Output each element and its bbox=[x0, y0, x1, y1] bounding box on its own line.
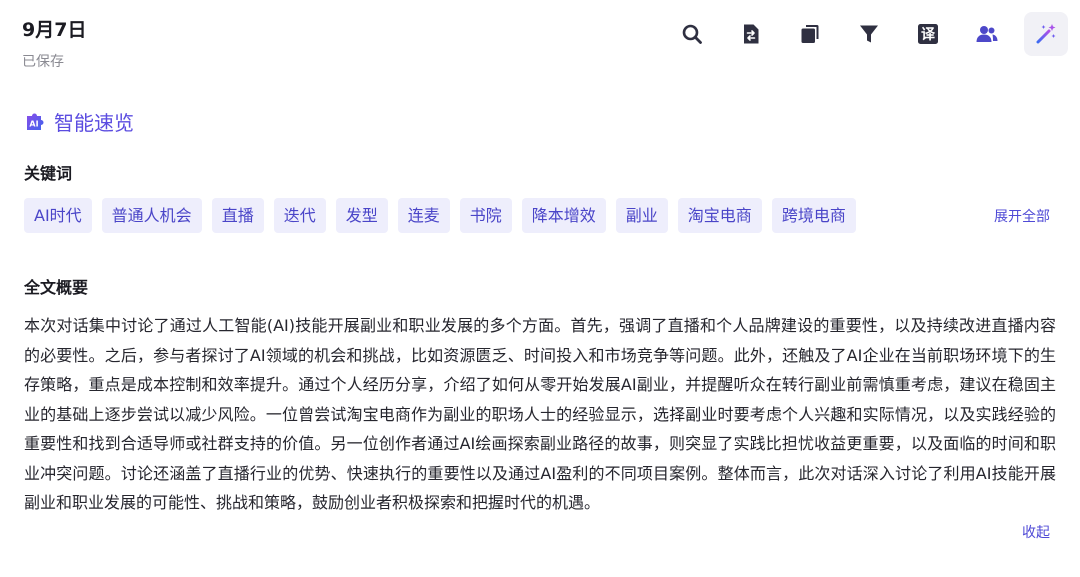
copy-button[interactable] bbox=[788, 12, 832, 56]
ai-puzzle-icon: AI bbox=[27, 113, 44, 130]
keyword-chip[interactable]: 跨境电商 bbox=[771, 198, 856, 233]
svg-text:译: 译 bbox=[921, 27, 936, 43]
summary-heading: 全文概要 bbox=[24, 278, 89, 297]
keyword-chip[interactable]: 副业 bbox=[615, 198, 668, 233]
filter-button[interactable] bbox=[847, 12, 891, 56]
search-icon bbox=[682, 24, 702, 44]
search-button[interactable] bbox=[670, 12, 714, 56]
document-swap-button[interactable] bbox=[729, 12, 773, 56]
summary-text: 本次对话集中讨论了通过人工智能(AI)技能开展副业和职业发展的多个方面。首先，强… bbox=[24, 316, 1056, 512]
translate-button[interactable]: 译 bbox=[906, 12, 950, 56]
keywords-heading: 关键词 bbox=[24, 164, 73, 183]
users-icon bbox=[976, 26, 998, 42]
page-date-title: 9月7日 bbox=[22, 19, 87, 41]
expand-all-link[interactable]: 展开全部 bbox=[994, 206, 1050, 226]
filter-icon bbox=[860, 25, 878, 43]
keyword-chip[interactable]: 书院 bbox=[459, 198, 512, 233]
keyword-chip[interactable]: 普通人机会 bbox=[101, 198, 202, 233]
smart-overview-label: 智能速览 bbox=[54, 111, 134, 135]
smart-overview-panel: 9月7日 已保存 译 AI 智能速览 关键词 AI时代 普通人机会 直播 迭代 … bbox=[0, 0, 1080, 577]
save-status: 已保存 bbox=[22, 54, 64, 70]
keyword-chip[interactable]: 发型 bbox=[335, 198, 388, 233]
copy-icon bbox=[801, 25, 819, 43]
svg-text:AI: AI bbox=[29, 119, 38, 128]
keyword-chip[interactable]: 迭代 bbox=[273, 198, 326, 233]
keyword-list: AI时代 普通人机会 直播 迭代 发型 连麦 书院 降本增效 副业 淘宝电商 跨… bbox=[24, 198, 866, 233]
magic-wand-icon bbox=[1036, 24, 1056, 44]
keyword-chip[interactable]: 直播 bbox=[211, 198, 264, 233]
users-button[interactable] bbox=[965, 12, 1009, 56]
toolbar: 译 bbox=[655, 12, 1068, 56]
collapse-link[interactable]: 收起 bbox=[1022, 522, 1050, 542]
smart-overview-title: AI 智能速览 bbox=[24, 107, 134, 136]
magic-wand-button[interactable] bbox=[1024, 12, 1068, 56]
document-swap-icon bbox=[744, 24, 759, 44]
keyword-chip[interactable]: 降本增效 bbox=[521, 198, 606, 233]
keyword-chip[interactable]: 淘宝电商 bbox=[677, 198, 762, 233]
keyword-chip[interactable]: AI时代 bbox=[24, 198, 92, 233]
keyword-chip[interactable]: 连麦 bbox=[397, 198, 450, 233]
translate-icon: 译 bbox=[918, 24, 938, 44]
